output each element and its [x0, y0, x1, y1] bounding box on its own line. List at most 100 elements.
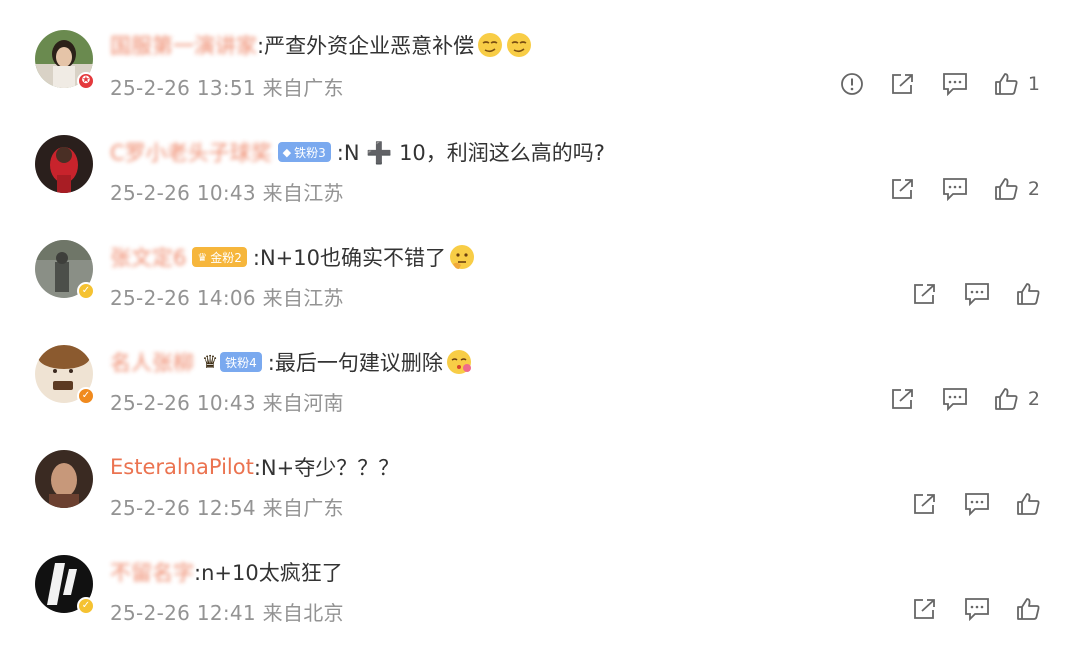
location: 来自河南: [262, 391, 344, 415]
share-icon: [892, 389, 913, 409]
thumbs-up-icon: [1017, 598, 1040, 620]
comment-meta: 25-2-26 12:41 来自北京: [110, 597, 344, 626]
share-button[interactable]: [890, 177, 916, 201]
thumbs-up-icon: [1017, 493, 1040, 515]
thumbs-up-icon: [995, 73, 1018, 95]
fan-badge-label: 铁粉4: [225, 355, 257, 370]
like-button[interactable]: [1016, 492, 1040, 516]
comment-button[interactable]: [942, 177, 968, 201]
comment-button[interactable]: [942, 72, 968, 96]
comment-text: :严查外资企业恶意补偿: [257, 34, 475, 58]
avatar[interactable]: ✓: [35, 555, 95, 615]
comment-actions: [886, 592, 1040, 626]
comment-button[interactable]: [964, 597, 990, 621]
username[interactable]: 张文定6: [110, 242, 186, 272]
comment-icon: [965, 493, 989, 516]
comment-actions: [886, 277, 1040, 311]
like-button[interactable]: 2: [994, 177, 1040, 201]
kiss-emoji-icon: [446, 350, 471, 374]
share-icon: [892, 74, 913, 94]
comment-line: C罗小老头子球奖 ◆ 铁粉3 :N ➕ 10，利润这么高的吗?: [110, 137, 605, 167]
share-button[interactable]: [912, 597, 938, 621]
share-button[interactable]: [912, 282, 938, 306]
comment-text: :N+夺少？？？: [253, 456, 400, 480]
username[interactable]: 不留名字: [110, 557, 194, 587]
timestamp: 25-2-26 12:41: [110, 601, 256, 625]
comment-text: :n+10太疯狂了: [194, 561, 343, 585]
comment-actions: 1: [814, 67, 1040, 101]
comment-item: C罗小老头子球奖 ◆ 铁粉3 :N ➕ 10，利润这么高的吗? 25-2-26 1…: [0, 125, 1080, 230]
location: 来自广东: [262, 76, 344, 100]
timestamp: 25-2-26 14:06: [110, 286, 256, 310]
comment-button[interactable]: [964, 492, 990, 516]
smirk-emoji-icon: [478, 33, 503, 57]
comment-meta: 25-2-26 14:06 来自江苏: [110, 282, 344, 311]
timestamp: 25-2-26 12:54: [110, 496, 256, 520]
comment-icon: [943, 73, 967, 96]
avatar[interactable]: ✪: [35, 30, 95, 90]
avatar[interactable]: ✓: [35, 240, 95, 300]
comment-item: ✓ 张文定6 ♛ 金粉2 :N+10也确实不错了 25-2-26 14:06 来自…: [0, 230, 1080, 335]
thinking-emoji-icon: [450, 245, 474, 269]
like-button[interactable]: [1016, 597, 1040, 621]
timestamp: 25-2-26 10:43: [110, 391, 256, 415]
comment-actions: 2: [864, 382, 1040, 416]
share-icon: [914, 284, 935, 304]
share-button[interactable]: [912, 492, 938, 516]
fan-badge[interactable]: 铁粉4: [220, 352, 262, 372]
fan-badge[interactable]: ♛ 金粉2: [192, 247, 247, 267]
like-button[interactable]: 1: [994, 72, 1040, 96]
share-icon: [892, 179, 913, 199]
timestamp: 25-2-26 10:43: [110, 181, 256, 205]
comment-button[interactable]: [964, 282, 990, 306]
avatar[interactable]: ✓: [35, 345, 95, 405]
diamond-icon: ◆: [282, 145, 292, 159]
comment-text: :N ➕ 10，利润这么高的吗?: [336, 141, 605, 165]
badge-icon: ✪: [77, 72, 95, 90]
comment-line: 张文定6 ♛ 金粉2 :N+10也确实不错了: [110, 242, 475, 272]
comment-text: :N+10也确实不错了: [252, 246, 446, 270]
comment-icon: [943, 178, 967, 201]
location: 来自广东: [262, 496, 344, 520]
avatar-image: [35, 135, 93, 193]
like-button[interactable]: [1016, 282, 1040, 306]
comment-button[interactable]: [942, 387, 968, 411]
verified-icon: ✓: [77, 282, 95, 300]
comment-line: 名人张柳 ♛ 铁粉4 :最后一句建议删除: [110, 347, 472, 377]
report-button[interactable]: [840, 72, 864, 96]
like-count: 2: [1027, 178, 1040, 200]
thumbs-up-icon: [995, 178, 1018, 200]
username[interactable]: C罗小老头子球奖: [110, 137, 272, 167]
comment-meta: 25-2-26 13:51 来自广东: [110, 72, 344, 101]
comment-item: ✓ 名人张柳 ♛ 铁粉4 :最后一句建议删除 25-2-26 10:43 来自河…: [0, 335, 1080, 440]
comment-item: ✪ 国服第一演讲家 :严查外资企业恶意补偿 25-2-26 13:51 来自广东…: [0, 20, 1080, 125]
comment-icon: [965, 598, 989, 621]
comment-line: 不留名字 :n+10太疯狂了: [110, 557, 343, 587]
comment-actions: [886, 487, 1040, 521]
comment-meta: 25-2-26 10:43 来自河南: [110, 387, 344, 416]
thumbs-up-icon: [1017, 283, 1040, 305]
like-button[interactable]: 2: [994, 387, 1040, 411]
like-count: 2: [1027, 388, 1040, 410]
comment-meta: 25-2-26 10:43 来自江苏: [110, 177, 344, 206]
comment-icon: [965, 283, 989, 306]
comment-line: 国服第一演讲家 :严查外资企业恶意补偿: [110, 30, 532, 60]
timestamp: 25-2-26 13:51: [110, 76, 256, 100]
fan-badge[interactable]: ◆ 铁粉3: [277, 142, 331, 162]
avatar[interactable]: [35, 450, 93, 508]
username[interactable]: EsteralnaPilot: [110, 455, 254, 479]
username[interactable]: 名人张柳: [110, 347, 194, 377]
thumbs-up-icon: [995, 388, 1018, 410]
avatar[interactable]: [35, 135, 93, 193]
location: 来自江苏: [262, 181, 344, 205]
share-button[interactable]: [890, 72, 916, 96]
share-button[interactable]: [890, 387, 916, 411]
comment-actions: 2: [864, 172, 1040, 206]
share-icon: [914, 494, 935, 514]
crown-icon: ♛: [202, 351, 219, 373]
crown-icon: ♛: [197, 250, 208, 264]
comment-item: EsteralnaPilot :N+夺少？？？ 25-2-26 12:54 来自…: [0, 440, 1080, 545]
username[interactable]: 国服第一演讲家: [110, 30, 257, 60]
avatar-image: [35, 450, 93, 508]
fan-badge-label: 铁粉3: [294, 145, 326, 160]
